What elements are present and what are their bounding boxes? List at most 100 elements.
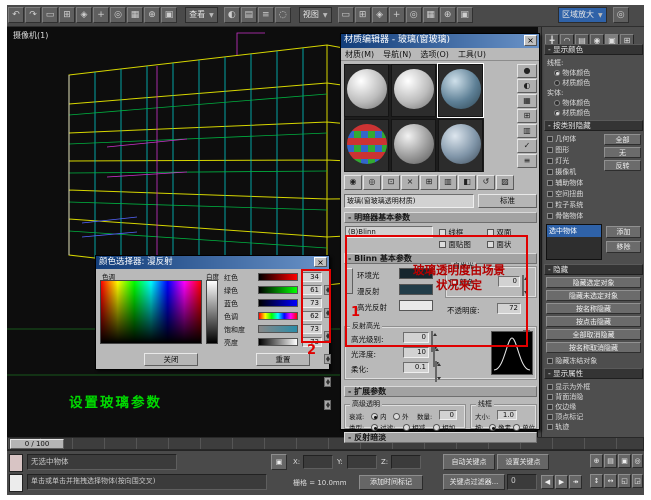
sample-type-icon[interactable]: ● <box>517 64 537 78</box>
blue-value-field[interactable]: 73 <box>302 298 322 308</box>
assign-material-icon[interactable]: ⊡ <box>382 175 400 190</box>
shader-type-combo[interactable]: (B)Blinn <box>345 226 433 238</box>
mini-listener-script[interactable] <box>9 474 23 492</box>
none-button[interactable]: 无 <box>604 147 641 158</box>
blue-slider[interactable] <box>258 299 298 307</box>
radio-material-color-solid[interactable]: 材质颜色 <box>554 108 590 118</box>
red-value-field[interactable]: 34 <box>302 272 322 282</box>
faceted-checkbox[interactable]: 面状 <box>487 239 511 250</box>
material-options-icon[interactable]: ≡ <box>517 154 537 168</box>
prop-vertex-checkbox[interactable]: 顶点标记 <box>547 412 583 422</box>
rollout-hide-by-category[interactable]: - 按类别隐藏 <box>544 120 643 131</box>
category-lights[interactable]: 灯光 <box>547 156 569 166</box>
add-button[interactable]: 添加 <box>606 226 641 238</box>
selection-lock-icon[interactable]: ▣ <box>271 454 287 470</box>
redo-icon[interactable]: ↷ <box>25 7 41 23</box>
category-particles[interactable]: 粒子系统 <box>547 200 583 210</box>
unhide-by-name-button[interactable]: 按名称取消隐藏 <box>546 342 641 353</box>
auto-key-button[interactable]: 自动关键点 <box>443 454 495 470</box>
viewport-label[interactable]: 摄像机(1) <box>13 30 48 41</box>
get-material-icon[interactable]: ◉ <box>344 175 362 190</box>
hide-selected-button[interactable]: 隐藏选定对象 <box>546 277 641 288</box>
sample-slot[interactable] <box>391 119 436 172</box>
soften-field[interactable]: 0.1 <box>403 362 429 373</box>
select-by-name-icon[interactable]: ◎ <box>110 7 126 23</box>
close-button[interactable]: 关闭 <box>144 353 198 366</box>
show-map-icon[interactable]: ↺ <box>477 175 495 190</box>
current-frame-field[interactable]: 0 <box>507 474 537 490</box>
zoom-all-icon[interactable]: ▤ <box>604 454 617 468</box>
opacity-value-field[interactable]: 72 <box>497 303 521 314</box>
mini-listener-macro[interactable] <box>9 454 23 472</box>
reset-button[interactable]: 重置 <box>256 353 310 366</box>
time-slider-track[interactable]: 0 / 100 <box>7 437 644 450</box>
play-icon[interactable]: ▶ <box>555 475 568 489</box>
material-type-button[interactable]: 标准 <box>478 194 537 208</box>
play-backwards-icon[interactable]: ◀ <box>541 475 554 489</box>
prop-box-checkbox[interactable]: 显示为外框 <box>547 382 590 392</box>
whiteness-picker[interactable] <box>206 280 218 344</box>
pan-icon[interactable]: ↔ <box>604 474 617 488</box>
sample-tiling-icon[interactable]: ⊞ <box>517 109 537 123</box>
hide-frozen-checkbox[interactable]: 隐藏冻结对象 <box>547 356 597 366</box>
put-material-icon[interactable]: ◎ <box>363 175 381 190</box>
material-editor-icon[interactable]: ▦ <box>423 7 439 23</box>
rollout-extended-params[interactable]: - 扩展参数 <box>344 386 537 397</box>
material-id-icon[interactable]: ◧ <box>458 175 476 190</box>
radio-material-color-wire[interactable]: 材质颜色 <box>554 78 590 88</box>
sample-slot[interactable] <box>344 64 389 117</box>
zoom-extents-all-icon[interactable]: ◎ <box>632 454 643 468</box>
soften-spinner[interactable] <box>435 361 437 382</box>
hue-blackness-picker[interactable] <box>100 280 202 344</box>
material-name-combo[interactable]: 玻璃(窗玻璃透明材质) <box>344 194 474 208</box>
close-icon[interactable]: × <box>524 35 537 46</box>
type-additive-radio[interactable]: 相加 <box>433 422 455 432</box>
sample-slot[interactable] <box>438 119 483 172</box>
unhide-all-button[interactable]: 全部取消隐藏 <box>546 329 641 340</box>
go-to-parent-icon[interactable]: ▨ <box>496 175 514 190</box>
category-bones[interactable]: 骨骼物体 <box>547 211 583 221</box>
wire-pixels-radio[interactable]: 像素 <box>489 422 511 432</box>
value-spinner[interactable] <box>324 400 331 410</box>
rollout-display-color[interactable]: - 显示颜色 <box>544 44 643 55</box>
rollout-hide[interactable]: - 隐藏 <box>544 264 643 275</box>
green-value-field[interactable]: 61 <box>302 285 322 295</box>
falloff-in-radio[interactable]: 内 <box>371 411 387 421</box>
hue-spinner[interactable] <box>324 354 331 364</box>
category-shapes[interactable]: 图形 <box>547 145 569 155</box>
category-cameras[interactable]: 摄像机 <box>547 167 576 177</box>
blue-spinner[interactable] <box>324 331 331 341</box>
close-icon[interactable]: × <box>314 257 327 267</box>
prop-edges-checkbox[interactable]: 仅边缘 <box>547 402 576 412</box>
category-spacewarps[interactable]: 空间扭曲 <box>547 189 583 199</box>
bind-spacewarp-icon[interactable]: ◈ <box>76 7 92 23</box>
key-filters-button[interactable]: 关键点过滤器... <box>443 474 505 490</box>
menu-options[interactable]: 选项(O) <box>420 50 449 59</box>
saturation-value-field[interactable]: 73 <box>302 324 322 334</box>
make-copy-icon[interactable]: ⊞ <box>420 175 438 190</box>
field-of-view-icon[interactable]: ↕ <box>590 474 603 488</box>
list-item[interactable]: 选中物体 <box>547 225 601 237</box>
type-subtractive-radio[interactable]: 相减 <box>403 422 425 432</box>
time-slider-handle[interactable]: 0 / 100 <box>10 439 64 449</box>
sample-slot-active[interactable] <box>438 64 483 117</box>
value-slider[interactable] <box>258 338 298 346</box>
z-coordinate-field[interactable] <box>391 455 421 469</box>
sample-slot[interactable] <box>391 64 436 117</box>
saturation-spinner[interactable] <box>324 377 331 387</box>
hide-by-name-button[interactable]: 按名称隐藏 <box>546 303 641 314</box>
specular-level-field[interactable]: 0 <box>403 332 429 343</box>
selection-filter-combo[interactable]: 查看▼ <box>185 7 218 23</box>
sample-slot[interactable] <box>344 119 389 172</box>
render-type-combo[interactable]: 区域放大▼ <box>558 7 607 23</box>
green-slider[interactable] <box>258 286 298 294</box>
snap-icon[interactable]: ≡ <box>258 7 274 23</box>
maximize-viewport-icon[interactable]: ◲ <box>632 474 643 488</box>
rotate-icon[interactable]: ◐ <box>224 7 240 23</box>
render-setup-icon[interactable]: ⊕ <box>440 7 456 23</box>
x-coordinate-field[interactable] <box>303 455 333 469</box>
scale-icon[interactable]: ▤ <box>241 7 257 23</box>
glossiness-field[interactable]: 10 <box>403 347 429 358</box>
angle-snap-icon[interactable]: ◌ <box>275 7 291 23</box>
wire-units-radio[interactable]: 单位 <box>513 422 535 432</box>
